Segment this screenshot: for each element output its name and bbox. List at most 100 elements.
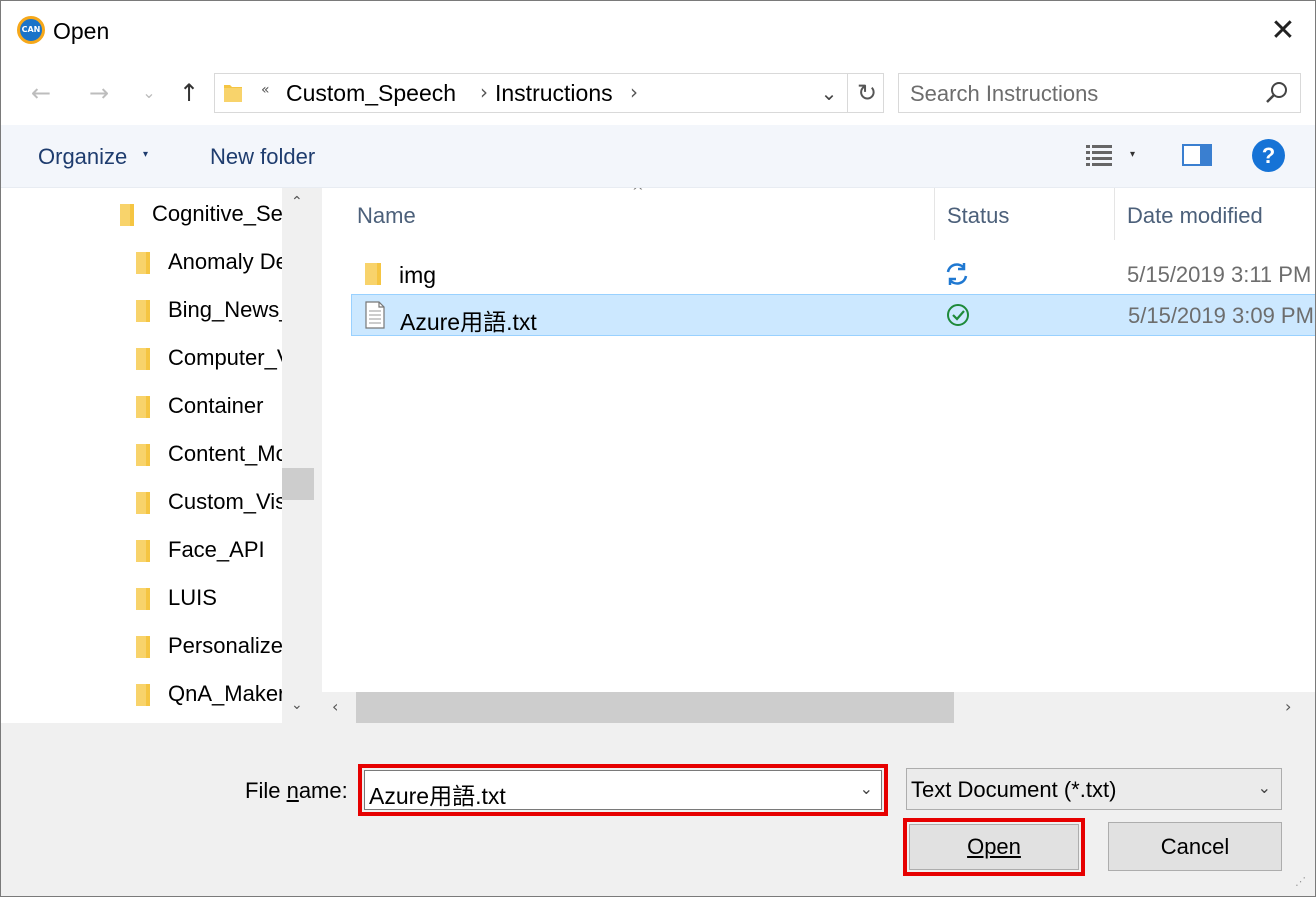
folder-icon — [136, 684, 150, 706]
open-button-label: Open — [967, 834, 1021, 859]
tree-item-container[interactable]: Container — [134, 386, 282, 426]
sync-pending-icon — [946, 263, 968, 285]
search-placeholder: Search Instructions — [910, 81, 1099, 106]
open-button[interactable]: Open — [909, 824, 1079, 870]
tree-item-label: Container — [168, 393, 264, 418]
tree-item-personalizer[interactable]: Personalizer — [134, 626, 282, 666]
tree-item-label: Anomaly Detector — [168, 249, 282, 274]
file-date-modified: 5/15/2019 3:11 PM — [1127, 262, 1312, 287]
folder-icon — [136, 252, 150, 274]
folder-icon — [136, 396, 150, 418]
folder-icon — [136, 444, 150, 466]
tree-item-face-api[interactable]: Face_API — [134, 530, 282, 570]
column-divider[interactable] — [934, 188, 935, 240]
folder-icon — [136, 492, 150, 514]
file-name-field[interactable]: Azure用語.txt ⌄ — [364, 770, 882, 810]
recent-locations-button[interactable]: ⌄ — [133, 77, 165, 109]
label-mnemonic: n — [286, 778, 299, 803]
breadcrumb-chevron-icon[interactable]: › — [630, 80, 638, 104]
app-icon: CAN — [17, 16, 45, 44]
file-row-img[interactable]: img 5/15/2019 3:11 PM — [351, 254, 1315, 296]
folder-icon — [136, 588, 150, 610]
column-header-name[interactable]: Name — [357, 203, 416, 255]
tree-item-label: Computer_Vision — [168, 345, 282, 370]
navigation-bar: ← → ⌄ ↑ « Custom_Speech › Instructions ›… — [1, 63, 1315, 125]
organize-button[interactable]: Organize — [38, 144, 127, 170]
chevron-down-icon[interactable]: ⌄ — [1258, 778, 1271, 797]
address-dropdown-icon[interactable]: ⌄ — [817, 76, 841, 110]
cancel-button[interactable]: Cancel — [1108, 822, 1282, 871]
file-name: img — [399, 262, 437, 288]
scroll-left-icon[interactable]: ‹ — [332, 697, 338, 716]
close-button[interactable]: ✕ — [1263, 11, 1303, 51]
tree-item-label: Personalizer — [168, 633, 282, 658]
horizontal-scrollbar[interactable]: ‹ › — [322, 692, 1315, 723]
navigation-pane: Cognitive_Services Anomaly Detector Bing… — [1, 188, 316, 723]
open-file-dialog: CAN Open ✕ ← → ⌄ ↑ « Custom_Speech › Ins… — [0, 0, 1316, 897]
refresh-icon[interactable]: ↻ — [851, 76, 883, 110]
breadcrumb-overflow[interactable]: « — [261, 82, 270, 98]
file-name-label: File name: — [245, 778, 348, 804]
file-name: Azure用語.txt — [400, 309, 537, 335]
new-folder-button[interactable]: New folder — [210, 144, 315, 170]
search-icon[interactable] — [1264, 80, 1290, 106]
tree-item-content-moderator[interactable]: Content_Moderator — [134, 434, 282, 474]
tree-item-label: Face_API — [168, 537, 265, 562]
tree-item-label: LUIS — [168, 585, 217, 610]
label-text: ame: — [298, 778, 348, 803]
scroll-down-icon[interactable]: ⌄ — [291, 697, 303, 713]
chevron-down-icon[interactable]: ⌄ — [860, 779, 873, 798]
tree-item-anomaly-detector[interactable]: Anomaly Detector — [134, 242, 282, 282]
up-button[interactable]: ↑ — [173, 77, 205, 109]
address-divider — [847, 74, 848, 112]
tree-item-label: Custom_Vision — [168, 489, 282, 514]
scrollbar-thumb[interactable] — [282, 468, 314, 500]
folder-icon — [136, 300, 150, 322]
folder-icon — [136, 348, 150, 370]
tree-item-bing-news-search[interactable]: Bing_News_Search — [134, 290, 282, 330]
tree-item-luis[interactable]: LUIS — [134, 578, 282, 618]
address-bar[interactable]: « Custom_Speech › Instructions › ⌄ ↻ — [214, 73, 884, 113]
preview-pane-icon[interactable] — [1182, 144, 1212, 166]
tree-item-label: Content_Moderator — [168, 441, 282, 466]
title-bar: CAN Open ✕ — [1, 1, 1315, 63]
view-options-icon[interactable] — [1085, 143, 1113, 167]
dialog-footer: File name: Azure用語.txt ⌄ Text Document (… — [1, 723, 1315, 896]
synced-check-icon — [947, 304, 969, 326]
view-caret-icon[interactable]: ▾ — [1130, 149, 1135, 160]
dialog-title: Open — [53, 18, 110, 44]
help-icon[interactable]: ? — [1252, 139, 1285, 172]
label-text: File — [245, 778, 287, 803]
organize-caret-icon[interactable]: ▾ — [143, 149, 148, 160]
scroll-right-icon[interactable]: › — [1285, 697, 1291, 716]
file-type-value: Text Document (*.txt) — [911, 777, 1117, 802]
breadcrumb-chevron-icon[interactable]: › — [480, 80, 488, 104]
search-input[interactable]: Search Instructions — [898, 73, 1301, 113]
file-name-value: Azure用語.txt — [369, 783, 506, 809]
tree-item-qna-maker[interactable]: QnA_Maker — [134, 674, 282, 714]
column-header-date-modified[interactable]: Date modified — [1127, 203, 1263, 255]
tree-item-custom-vision[interactable]: Custom_Vision — [134, 482, 282, 522]
tree-item-computer-vision[interactable]: Computer_Vision — [134, 338, 282, 378]
back-button[interactable]: ← — [25, 77, 57, 109]
scrollbar-thumb[interactable] — [356, 692, 954, 723]
file-row-azure-txt[interactable]: Azure用語.txt 5/15/2019 3:09 PM — [351, 294, 1315, 336]
resize-grip-icon[interactable]: ⋰ — [1295, 875, 1311, 891]
folder-icon — [120, 204, 134, 226]
file-list: ^ Name Status Date modified img 5/15/201… — [322, 188, 1315, 723]
breadcrumb-custom-speech[interactable]: Custom_Speech — [286, 80, 456, 107]
file-date-modified: 5/15/2019 3:09 PM — [1128, 303, 1314, 328]
folder-icon — [136, 636, 150, 658]
column-divider[interactable] — [1114, 188, 1115, 240]
sort-indicator-icon: ^ — [632, 188, 644, 200]
scroll-up-icon[interactable]: ⌃ — [291, 194, 303, 210]
tree-item-label: Bing_News_Search — [168, 297, 282, 322]
navigation-scrollbar[interactable]: ⌃ ⌄ — [282, 188, 316, 723]
column-header-status[interactable]: Status — [947, 203, 1009, 255]
tree-item-label: QnA_Maker — [168, 681, 282, 706]
breadcrumb-instructions[interactable]: Instructions — [495, 80, 613, 107]
folder-icon — [365, 263, 381, 285]
file-type-select[interactable]: Text Document (*.txt) ⌄ — [906, 768, 1282, 810]
forward-button[interactable]: → — [83, 77, 115, 109]
folder-icon — [136, 540, 150, 562]
